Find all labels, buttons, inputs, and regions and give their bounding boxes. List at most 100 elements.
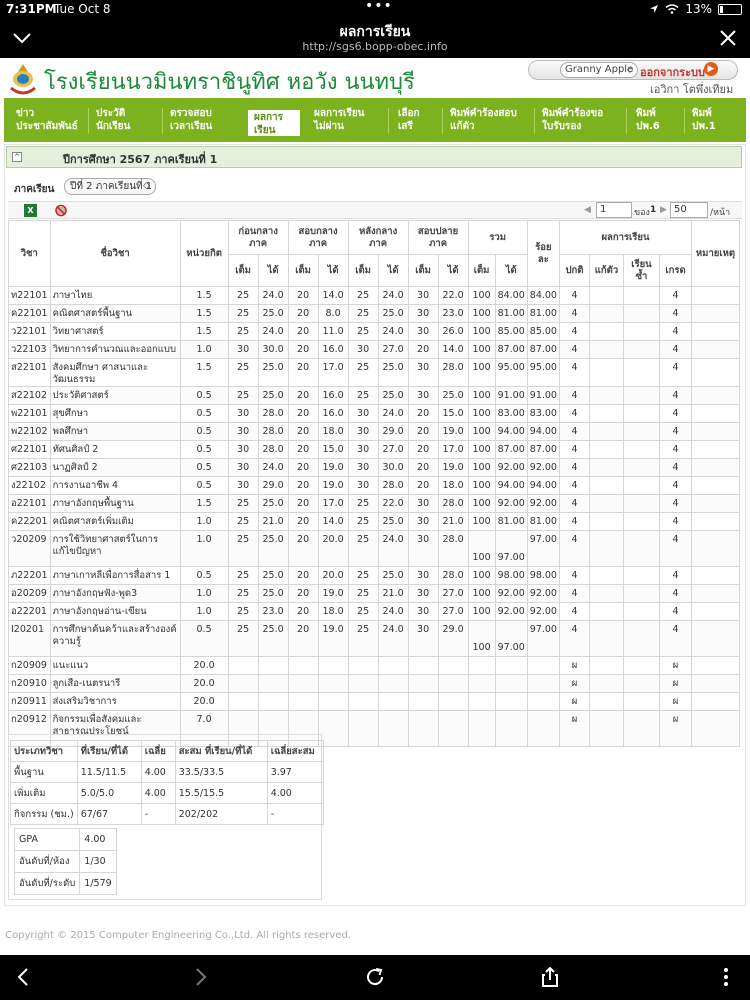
menu-elective[interactable]: เลือก เสรี <box>398 98 438 142</box>
cell-grade: 4 <box>658 286 692 305</box>
term-select[interactable]: ปีที่ 2 ภาคเรียนที่ 1 ◇ <box>64 178 156 195</box>
cell-credit: 0.5 <box>179 440 229 459</box>
cell-repeat <box>622 304 660 323</box>
menu-student-profile[interactable]: ประวัติ นักเรียน <box>96 98 160 142</box>
cell-name: ภาษาอังกฤษพื้นฐาน <box>49 494 181 513</box>
more-options-icon[interactable] <box>714 965 738 989</box>
cell-code: ภ22201 <box>8 566 51 585</box>
cell-total-got: 87.00 <box>494 340 528 359</box>
cell-total-full: 100 <box>467 358 496 387</box>
cell-retest <box>588 530 624 567</box>
summary-col-type: ประเภทวิชา <box>10 740 78 762</box>
cell-retest <box>588 404 624 423</box>
cell-got: 19.0 <box>317 620 349 657</box>
cell-full: 30 <box>347 404 379 423</box>
cell-grade: 4 <box>658 458 692 477</box>
menu-failed-grades[interactable]: ผลการเรียน ไม่ผ่าน <box>314 98 382 142</box>
cell-got: 25.0 <box>257 584 289 603</box>
cell-grade: 4 <box>658 440 692 459</box>
cell-code: ก20909 <box>8 656 51 675</box>
cell-got <box>317 656 349 675</box>
cell-got: 19.0 <box>437 422 469 441</box>
table-row: ว22103 วิทยาการคำนวณและออกแบบ 1.0 30 30.0 20 1… <box>8 340 740 359</box>
page-number-input[interactable]: 1 <box>596 202 632 218</box>
cell-got: 27.0 <box>377 340 409 359</box>
battery-percent: 13% <box>685 2 712 16</box>
forward-icon[interactable] <box>188 965 212 989</box>
col-credit: หน่วยกิต <box>179 220 229 287</box>
cell-total-full: 100 <box>467 602 496 621</box>
cell-full: 20 <box>287 340 319 359</box>
table-row: ศ22103 นาฏศิลป์ 2 0.5 30 24.0 20 19.0 30 30.0 20 1… <box>8 458 740 477</box>
cell-note <box>690 286 740 305</box>
cell-full: 25 <box>227 322 259 341</box>
col-full: เต็ม <box>287 254 319 287</box>
cell-full: 25 <box>347 566 379 585</box>
next-page-icon[interactable]: ▶ <box>660 205 667 215</box>
back-icon[interactable] <box>12 965 36 989</box>
page-size-input[interactable]: 50 <box>670 202 708 218</box>
cell-name: นาฏศิลป์ 2 <box>49 458 181 477</box>
menu-grades[interactable]: ผลการ เรียน <box>248 110 300 136</box>
summary-cell: 4.00 <box>140 782 176 804</box>
per-page-label: /หน้า <box>710 208 731 218</box>
cell-got: 25.0 <box>377 566 409 585</box>
menu-print-certificate[interactable]: พิมพ์คำร้องขอ ใบรับรอง <box>542 98 622 142</box>
table-row: อ22201 ภาษาอังกฤษอ่าน-เขียน 1.0 25 23.0 20 18.… <box>8 602 740 621</box>
prev-page-icon[interactable]: ◀ <box>584 205 591 215</box>
menu-divider <box>626 108 627 134</box>
cell-note <box>690 584 740 603</box>
user-theme-select[interactable]: Granny Apple ◇ <box>560 62 638 78</box>
cell-total-full: 100 <box>467 404 496 423</box>
cell-full: 20 <box>407 476 439 495</box>
cell-full: 30 <box>407 286 439 305</box>
cell-total-got: 98.00 <box>494 566 528 585</box>
cell-normal: 4 <box>558 584 590 603</box>
multitask-dots-icon[interactable]: ••• <box>365 0 393 14</box>
excel-export-icon[interactable]: X <box>24 204 37 217</box>
share-icon[interactable] <box>538 965 562 989</box>
cell-got: 21.0 <box>257 512 289 531</box>
cell-got: 8.0 <box>317 304 349 323</box>
cell-full: 30 <box>227 404 259 423</box>
logout-arrow-icon[interactable]: ▶ <box>704 62 718 76</box>
reload-icon[interactable] <box>363 965 387 989</box>
logout-link[interactable]: ออกจากระบบ <box>640 63 705 81</box>
cell-code: ส22102 <box>8 386 51 405</box>
close-icon[interactable] <box>718 28 738 48</box>
collapse-icon[interactable]: ^ <box>12 152 22 162</box>
cell-credit: 1.5 <box>179 286 229 305</box>
cell-percent: 92.00 <box>526 494 560 513</box>
cell-grade: 4 <box>658 494 692 513</box>
cell-credit: 1.0 <box>179 340 229 359</box>
cell-full: 30 <box>227 422 259 441</box>
cell-total-full: 100 <box>467 286 496 305</box>
cell-name: ภาษาอังกฤษอ่าน-เขียน <box>49 602 181 621</box>
cell-full: 20 <box>287 404 319 423</box>
cell-repeat <box>622 656 660 675</box>
menu-print-retest[interactable]: พิมพ์คำร้องสอบ แก้ตัว <box>450 98 532 142</box>
cell-credit: 1.0 <box>179 602 229 621</box>
cell-normal: 4 <box>558 494 590 513</box>
cell-got: 17.0 <box>317 358 349 387</box>
cell-credit: 1.0 <box>179 530 229 567</box>
cell-code: ศ22101 <box>8 440 51 459</box>
menu-print-pp1[interactable]: พิมพ์ ปพ.1 <box>692 98 736 142</box>
cell-got: 17.0 <box>437 440 469 459</box>
cell-repeat <box>622 530 660 567</box>
menu-news[interactable]: ข่าว ประชาสัมพันธ์ <box>16 98 88 142</box>
cell-got: 25.0 <box>377 358 409 387</box>
table-row: อ22101 ภาษาอังกฤษพื้นฐาน 1.5 25 25.0 20 17.0 25… <box>8 494 740 513</box>
location-icon <box>650 5 659 13</box>
no-print-icon[interactable] <box>54 204 68 217</box>
cell-code: ท22101 <box>8 286 51 305</box>
menu-divider <box>388 108 389 134</box>
menu-attendance[interactable]: ตรวจสอบ เวลาเรียน <box>170 98 234 142</box>
menu-print-pp6[interactable]: พิมพ์ ปพ.6 <box>636 98 676 142</box>
cell-retest <box>588 476 624 495</box>
cell-repeat <box>622 602 660 621</box>
summary-row: เพิ่มเติม 5.0/5.0 4.00 15.5/15.5 4.00 <box>10 782 324 804</box>
cell-full: 30 <box>407 322 439 341</box>
cell-full: 20 <box>287 620 319 657</box>
cell-got: 28.0 <box>377 476 409 495</box>
